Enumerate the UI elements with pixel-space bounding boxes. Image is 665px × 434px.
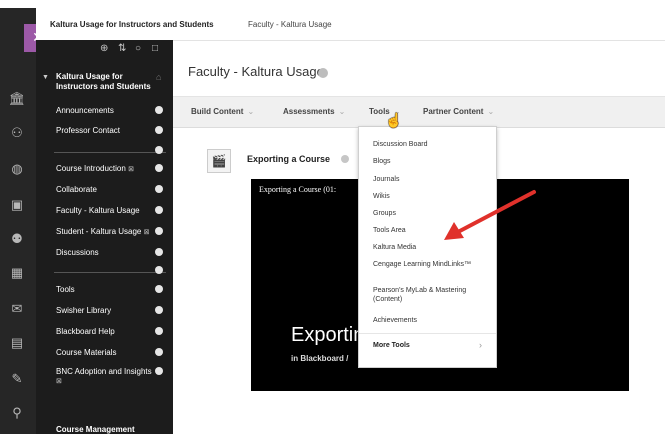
item-options-icon[interactable] — [341, 155, 349, 163]
menu-item-options-icon[interactable] — [155, 367, 163, 375]
menu-item-options-icon[interactable] — [155, 348, 163, 356]
reorder-icon[interactable]: ⇅ — [118, 43, 126, 54]
menu-item-faculty-kaltura-usage[interactable]: Faculty - Kaltura Usage — [56, 206, 140, 215]
breadcrumb-course[interactable]: Kaltura Usage for Instructors and Studen… — [50, 20, 214, 29]
tools-icon[interactable]: ⚲ — [8, 404, 26, 422]
content-item-title[interactable]: Exporting a Course — [247, 154, 330, 164]
dd-item-pearson[interactable]: Pearson's MyLab & Mastering (Content) — [373, 286, 488, 304]
menu-item-tools[interactable]: Tools — [56, 285, 75, 294]
menu-item-blackboard-help[interactable]: Blackboard Help — [56, 327, 115, 336]
menu-item-discussions[interactable]: Discussions — [56, 248, 99, 257]
tools-dropdown-menu: Discussion Board Blogs Journals Wikis Gr… — [358, 126, 497, 368]
annotation-arrow-icon — [444, 190, 536, 240]
collapse-arrow-icon[interactable]: ▼ — [42, 74, 49, 81]
menu-item-options-icon[interactable] — [155, 164, 163, 172]
video-frame-subheading: in Blackboard / — [291, 354, 349, 363]
breadcrumb-page[interactable]: Faculty - Kaltura Usage — [248, 20, 332, 29]
menu-item-announcements[interactable]: Announcements — [56, 106, 114, 115]
menu-item-swisher-library[interactable]: Swisher Library — [56, 306, 111, 315]
refresh-icon[interactable]: ○ — [135, 43, 141, 54]
hidden-item-icon: ⊠ — [128, 166, 134, 173]
organizations-icon[interactable]: ⚉ — [8, 230, 26, 248]
course-menu-toolbar: ⊕ ⇅ ○ □ — [36, 40, 173, 62]
divider-options-icon[interactable] — [155, 146, 163, 154]
menu-item-options-icon[interactable] — [155, 206, 163, 214]
dd-more-tools[interactable]: More Tools — [373, 342, 410, 349]
chevron-down-icon: ⌄ — [247, 107, 255, 116]
dd-item-journals[interactable]: Journals — [373, 175, 488, 184]
assessments-menu[interactable]: Assessments ⌄ — [283, 107, 345, 116]
menu-item-student-kaltura-usage[interactable]: Student - Kaltura Usage ⊠ — [56, 227, 150, 236]
build-content-menu[interactable]: Build Content ⌄ — [191, 107, 254, 116]
edit-icon[interactable]: ✎ — [8, 370, 26, 388]
menu-item-options-icon[interactable] — [155, 227, 163, 235]
divider-options-icon[interactable] — [155, 266, 163, 274]
person-icon[interactable]: ⚇ — [8, 124, 26, 142]
action-toolbar: Build Content ⌄ Assessments ⌄ Tools ⌄ Partn… — [173, 96, 665, 128]
grades-icon[interactable]: ▤ — [8, 334, 26, 352]
video-frame-heading: Exportin — [291, 324, 365, 346]
menu-item-options-icon[interactable] — [155, 327, 163, 335]
menu-item-options-icon[interactable] — [155, 185, 163, 193]
video-title: Exporting a Course (01: — [259, 185, 337, 194]
menu-divider — [54, 272, 166, 273]
add-menu-item-icon[interactable]: ⊕ — [100, 43, 108, 54]
hidden-item-icon: ⊠ — [56, 378, 62, 385]
page-options-icon[interactable] — [318, 68, 328, 78]
menu-item-options-icon[interactable] — [155, 248, 163, 256]
partner-content-menu[interactable]: Partner Content ⌄ — [423, 107, 494, 116]
messages-icon[interactable]: ✉ — [8, 300, 26, 318]
dd-item-blogs[interactable]: Blogs — [373, 157, 488, 166]
global-nav-rail: 🏛 ⚇ ◍ ▣ ⚉ ▦ ✉ ▤ ✎ ⚲ — [0, 8, 36, 434]
globe-icon[interactable]: ◍ — [8, 160, 26, 178]
item-type-icon: 🎬 — [207, 149, 231, 173]
calendar-icon[interactable]: ▦ — [8, 264, 26, 282]
menu-item-bnc-adoption[interactable]: BNC Adoption and Insights ⊠ — [56, 367, 152, 385]
chevron-down-icon: ⌄ — [338, 107, 346, 116]
hand-cursor-icon: ☝ — [385, 112, 403, 128]
menu-item-course-materials[interactable]: Course Materials — [56, 348, 116, 357]
menu-item-options-icon[interactable] — [155, 306, 163, 314]
menu-item-course-introduction[interactable]: Course Introduction ⊠ — [56, 164, 134, 173]
screenshot-frame: 🏛 ⚇ ◍ ▣ ⚉ ▦ ✉ ▤ ✎ ⚲ ✕ Kaltura Usage for … — [0, 0, 665, 434]
chevron-down-icon: ⌄ — [487, 107, 495, 116]
menu-item-options-icon[interactable] — [155, 106, 163, 114]
menu-item-professor-contact[interactable]: Professor Contact — [56, 126, 120, 135]
breadcrumb: Kaltura Usage for Instructors and Studen… — [36, 8, 665, 41]
dd-item-achievements[interactable]: Achievements — [373, 316, 488, 325]
chevron-right-icon: › — [479, 340, 482, 350]
home-icon[interactable]: ⌂ — [156, 72, 161, 82]
course-menu-title[interactable]: Kaltura Usage for Instructors and Studen… — [56, 72, 151, 92]
dd-item-cengage[interactable]: Cengage Learning MindLinks™ — [373, 260, 488, 269]
course-menu: ⊕ ⇅ ○ □ ▼ Kaltura Usage for Instructors … — [36, 40, 173, 434]
institution-icon[interactable]: 🏛 — [8, 90, 26, 108]
hidden-item-icon: ⊠ — [143, 229, 150, 236]
courses-icon[interactable]: ▣ — [8, 196, 26, 214]
window-icon[interactable]: □ — [152, 43, 158, 54]
menu-divider — [54, 152, 166, 153]
menu-item-collaborate[interactable]: Collaborate — [56, 185, 97, 194]
menu-item-options-icon[interactable] — [155, 285, 163, 293]
dd-divider — [359, 333, 496, 334]
dd-item-discussion-board[interactable]: Discussion Board — [373, 140, 488, 149]
course-management-heading[interactable]: Course Management — [56, 425, 135, 434]
menu-item-options-icon[interactable] — [155, 126, 163, 134]
page-title: Faculty - Kaltura Usage — [188, 64, 324, 79]
